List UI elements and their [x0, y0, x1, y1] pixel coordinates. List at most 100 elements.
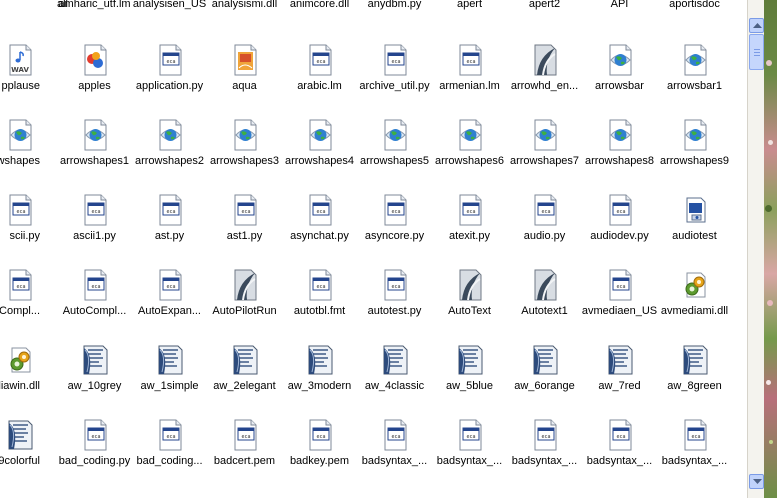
python-file-icon: eca	[454, 419, 486, 451]
file-item[interactable]: eca bad_coding...	[132, 419, 207, 494]
file-item[interactable]: eca autotest.py	[357, 269, 432, 344]
file-item[interactable]: API	[582, 0, 657, 37]
file-item[interactable]: eca bad_coding.py	[57, 419, 132, 494]
file-item-label: ast1.py	[226, 230, 263, 242]
file-item[interactable]: eca avmediaen_US	[582, 269, 657, 344]
file-item-label: aw_6orange	[514, 380, 575, 392]
file-item[interactable]: arrowshapes3	[207, 119, 282, 194]
file-item[interactable]: apert	[432, 0, 507, 37]
file-item[interactable]: eca scii.py	[0, 194, 57, 269]
document-icon: eca	[304, 419, 336, 451]
vertical-scrollbar[interactable]	[747, 0, 765, 498]
scroll-up-button[interactable]	[749, 18, 764, 33]
file-item[interactable]: analysisen_US	[132, 0, 207, 37]
file-item[interactable]: eca ascii1.py	[57, 194, 132, 269]
file-item[interactable]: eca badsyntax_...	[507, 419, 582, 494]
svg-text:eca: eca	[616, 434, 625, 440]
file-item[interactable]: eca arabic.lm	[282, 44, 357, 119]
file-item[interactable]: eca audio.py	[507, 194, 582, 269]
file-item[interactable]: arrowshapes9	[657, 119, 732, 194]
file-item[interactable]: eca asyncore.py	[357, 194, 432, 269]
file-item[interactable]: arrowshapes4	[282, 119, 357, 194]
file-item[interactable]: eca armenian.lm	[432, 44, 507, 119]
template-file-icon	[229, 344, 261, 376]
file-item[interactable]: aqua	[207, 44, 282, 119]
file-item[interactable]: amharic_utf.lm	[57, 0, 132, 37]
file-item-label: arrowshapes4	[284, 155, 355, 167]
file-item[interactable]: eca badsyntax_...	[357, 419, 432, 494]
file-item-label: arrowshapes9	[659, 155, 730, 167]
file-item-label: _9colorful	[0, 455, 40, 467]
file-item[interactable]: arrowshapes7	[507, 119, 582, 194]
file-item[interactable]: aw_1simple	[132, 344, 207, 419]
file-item[interactable]: aw_2elegant	[207, 344, 282, 419]
file-item[interactable]: aportisdoc	[657, 0, 732, 37]
file-item[interactable]: eca badsyntax_...	[657, 419, 732, 494]
file-item[interactable]: eca oCompl...	[0, 269, 57, 344]
file-item[interactable]: aw_10grey	[57, 344, 132, 419]
file-item-label: pplause	[1, 80, 40, 92]
file-item[interactable]: all	[0, 0, 68, 37]
file-item[interactable]: eca badsyntax_...	[582, 419, 657, 494]
file-item[interactable]: eca AutoCompl...	[57, 269, 132, 344]
file-item[interactable]: aw_5blue	[432, 344, 507, 419]
file-item[interactable]: avmediami.dll	[657, 269, 732, 344]
file-item[interactable]: eca autotbl.fmt	[282, 269, 357, 344]
file-item[interactable]: eca badsyntax_...	[432, 419, 507, 494]
file-item[interactable]: audiotest	[657, 194, 732, 269]
file-item[interactable]: eca audiodev.py	[582, 194, 657, 269]
file-item[interactable]: arrowshapes6	[432, 119, 507, 194]
openoffice-file-icon	[229, 269, 261, 301]
file-item-label: application.py	[135, 80, 204, 92]
file-item[interactable]: WAV pplause	[0, 44, 57, 119]
svg-text:eca: eca	[316, 434, 325, 440]
file-item[interactable]: eca AutoExpan...	[132, 269, 207, 344]
file-item[interactable]: arrowshapes1	[57, 119, 132, 194]
file-item[interactable]: eca archive_util.py	[357, 44, 432, 119]
file-item[interactable]: arrowshapes8	[582, 119, 657, 194]
file-item[interactable]: animcore.dll	[282, 0, 357, 37]
scroll-down-button[interactable]	[749, 474, 764, 489]
file-item-label: rowshapes	[0, 155, 40, 167]
file-item[interactable]: eca ast1.py	[207, 194, 282, 269]
template-file-icon	[679, 344, 711, 376]
file-item[interactable]: aw_3modern	[282, 344, 357, 419]
openoffice-file-icon	[454, 269, 486, 301]
python-file-icon: eca	[679, 419, 711, 451]
file-item[interactable]: apples	[57, 44, 132, 119]
file-item[interactable]: analysismi.dll	[207, 0, 282, 37]
document-icon: eca	[604, 269, 636, 301]
file-item[interactable]: aw_4classic	[357, 344, 432, 419]
file-item[interactable]: arrowshapes2	[132, 119, 207, 194]
file-item[interactable]: anydbm.py	[357, 0, 432, 37]
file-item[interactable]: arrowsbar	[582, 44, 657, 119]
flower-petal	[767, 300, 773, 306]
svg-text:eca: eca	[391, 434, 400, 440]
file-item[interactable]: arrowsbar1	[657, 44, 732, 119]
file-item-label: aportisdoc	[669, 0, 720, 10]
scroll-thumb[interactable]	[749, 34, 764, 70]
file-item[interactable]: eca atexit.py	[432, 194, 507, 269]
file-item[interactable]: eca asynchat.py	[282, 194, 357, 269]
file-item[interactable]: arrowshapes5	[357, 119, 432, 194]
svg-text:eca: eca	[166, 284, 175, 290]
file-item[interactable]: eca application.py	[132, 44, 207, 119]
file-item[interactable]: Autotext1	[507, 269, 582, 344]
template-file-icon	[529, 344, 561, 376]
file-item[interactable]: eca badkey.pem	[282, 419, 357, 494]
file-item[interactable]: aw_7red	[582, 344, 657, 419]
file-item[interactable]: aw_6orange	[507, 344, 582, 419]
file-item[interactable]: AutoPilotRun	[207, 269, 282, 344]
file-item[interactable]: AutoText	[432, 269, 507, 344]
file-item[interactable]: _9colorful	[0, 419, 57, 494]
file-item[interactable]: eca badcert.pem	[207, 419, 282, 494]
file-item[interactable]: arrowhd_en...	[507, 44, 582, 119]
file-item[interactable]: eca ast.py	[132, 194, 207, 269]
apples-image-icon	[79, 44, 111, 76]
file-item[interactable]: rowshapes	[0, 119, 57, 194]
file-item-label: bad_coding.py	[58, 455, 131, 467]
file-item-label: aw_2elegant	[213, 380, 276, 392]
file-item[interactable]: apert2	[507, 0, 582, 37]
file-item[interactable]: ediawin.dll	[0, 344, 57, 419]
file-item[interactable]: aw_8green	[657, 344, 732, 419]
